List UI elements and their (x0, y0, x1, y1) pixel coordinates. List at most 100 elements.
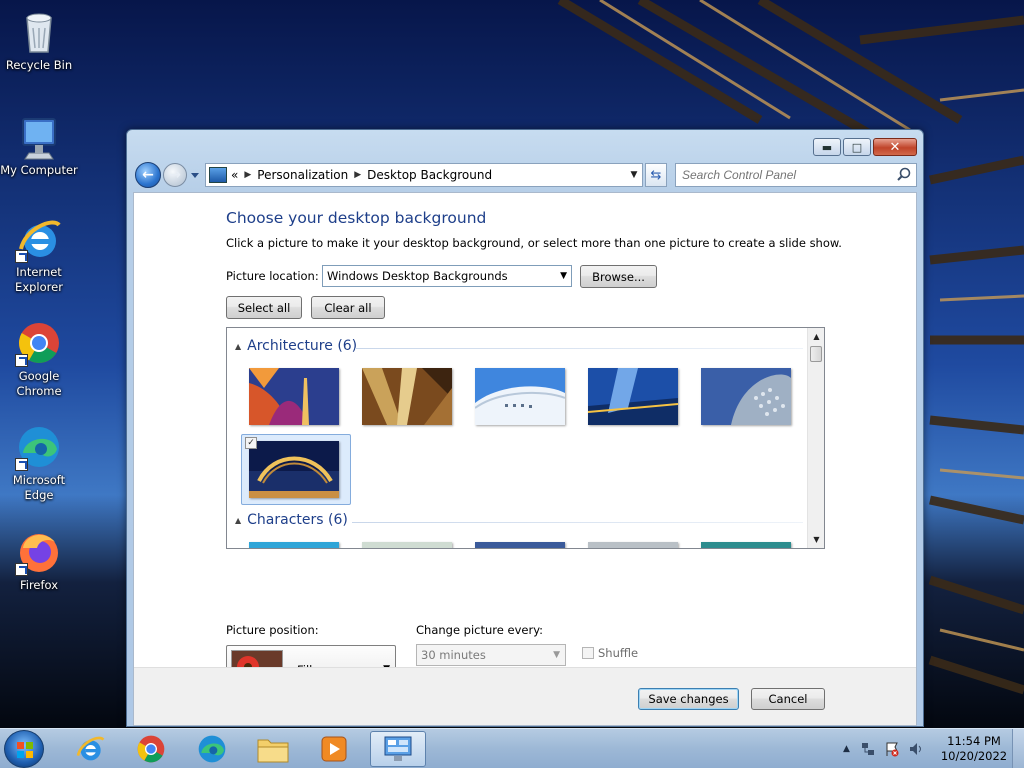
page-description: Click a picture to make it your desktop … (226, 236, 842, 250)
desktop-icon-google-chrome[interactable]: Google Chrome (0, 319, 78, 399)
breadcrumb-separator-icon[interactable]: ▶ (244, 170, 251, 180)
internet-explorer-icon (76, 736, 105, 761)
change-picture-label: Change picture every: (416, 623, 544, 637)
shuffle-label: Shuffle (598, 646, 639, 660)
scroll-up-icon[interactable]: ▲ (808, 328, 824, 345)
collapse-triangle-icon[interactable]: ▲ (235, 342, 241, 351)
breadcrumb-personalization[interactable]: Personalization (257, 168, 348, 182)
close-button[interactable]: ✕ (873, 138, 917, 156)
action-center-flag-icon[interactable] (884, 741, 900, 757)
navigation-bar: ← → « ▶ Personalization ▶ Desktop Backgr… (135, 162, 917, 188)
dialog-footer: Save changes Cancel (134, 667, 916, 725)
taskbar-file-explorer[interactable] (245, 731, 301, 767)
desktop-icon-label: My Computer (0, 163, 78, 177)
wallpaper-thumbnail[interactable] (475, 542, 565, 548)
cancel-button[interactable]: Cancel (751, 688, 825, 710)
desktop-icon-internet-explorer[interactable]: Internet Explorer (0, 215, 78, 295)
search-input[interactable] (682, 165, 895, 185)
maximize-button[interactable]: □ (843, 138, 871, 156)
back-button[interactable]: ← (135, 162, 161, 188)
group-divider (352, 522, 803, 523)
minimize-icon: ▬ (821, 140, 833, 154)
taskbar-microsoft-edge[interactable] (184, 731, 240, 767)
content-pane: Choose your desktop background Click a p… (133, 192, 917, 726)
wallpaper-thumbnail[interactable] (701, 368, 791, 425)
desktop-icon-firefox[interactable]: Firefox (0, 528, 78, 593)
show-hidden-icons-icon[interactable]: ▲ (843, 744, 850, 754)
thumbnail-checkbox[interactable]: ✓ (245, 437, 257, 449)
group-name: Architecture (6) (247, 338, 358, 354)
shortcut-arrow-icon (15, 250, 28, 263)
close-icon: ✕ (889, 139, 901, 155)
picture-location-select[interactable]: Windows Desktop Backgrounds ▼ (322, 265, 572, 287)
wallpaper-thumbnail[interactable] (249, 368, 339, 425)
address-dropdown-icon[interactable]: ▼ (626, 164, 642, 186)
scroll-down-icon[interactable]: ▼ (808, 531, 824, 548)
forward-button[interactable]: → (163, 163, 187, 187)
browse-button[interactable]: Browse... (580, 265, 657, 288)
show-desktop-button[interactable] (1012, 729, 1024, 768)
page-title: Choose your desktop background (226, 209, 487, 227)
desktop-icon-label: Explorer (15, 280, 63, 294)
select-all-button[interactable]: Select all (226, 296, 302, 319)
desktop-background-window: ▬ □ ✕ ← → « ▶ Personalization ▶ Desktop … (126, 129, 924, 727)
refresh-button[interactable]: ⇆ (645, 163, 667, 187)
shuffle-checkbox: Shuffle (582, 646, 638, 660)
group-header-characters[interactable]: ▲ Characters (6) (235, 512, 348, 528)
desktop-icon-label: Google (18, 369, 60, 383)
gallery-scrollbar[interactable]: ▲ ▼ (807, 328, 824, 548)
clear-all-button[interactable]: Clear all (311, 296, 385, 319)
wallpaper-thumbnail[interactable] (475, 368, 565, 425)
media-player-icon (321, 736, 347, 762)
system-clock[interactable]: 11:54 PM 10/20/2022 (938, 734, 1010, 764)
desktop-icon-label: Edge (24, 488, 54, 502)
shortcut-arrow-icon (15, 354, 28, 367)
collapse-triangle-icon[interactable]: ▲ (235, 516, 241, 525)
shortcut-arrow-icon (15, 563, 28, 576)
desktop-icon-label: Internet (16, 265, 62, 279)
scrollbar-thumb[interactable] (810, 346, 822, 362)
taskbar: ▲ 11:54 PM 10/20/2022 (0, 728, 1024, 768)
forward-arrow-icon: → (169, 167, 181, 183)
desktop-icon-microsoft-edge[interactable]: Microsoft Edge (0, 423, 78, 503)
address-bar[interactable]: « ▶ Personalization ▶ Desktop Background… (205, 163, 643, 187)
wallpaper-thumbnail-selected[interactable] (249, 441, 339, 498)
chrome-icon (137, 735, 165, 763)
breadcrumb-separator-icon[interactable]: ▶ (354, 170, 361, 180)
taskbar-google-chrome[interactable] (123, 731, 179, 767)
minimize-button[interactable]: ▬ (813, 138, 841, 156)
taskbar-control-panel-active[interactable] (370, 731, 426, 767)
wallpaper-thumbnail[interactable] (701, 542, 791, 548)
search-icon[interactable] (895, 166, 913, 184)
save-changes-button[interactable]: Save changes (638, 688, 739, 710)
wallpaper-thumbnail[interactable] (588, 368, 678, 425)
search-box[interactable] (675, 163, 917, 187)
wallpaper-thumbnail[interactable] (588, 542, 678, 548)
volume-icon[interactable] (908, 741, 924, 757)
desktop-icon-recycle-bin[interactable]: Recycle Bin (0, 8, 78, 73)
address-overflow[interactable]: « (231, 168, 238, 182)
taskbar-internet-explorer[interactable] (62, 731, 118, 767)
desktop-icon-my-computer[interactable]: My Computer (0, 113, 78, 178)
wallpaper-thumbnail[interactable] (362, 368, 452, 425)
start-button[interactable] (4, 730, 44, 768)
wallpaper-thumbnail[interactable] (362, 542, 452, 548)
change-picture-value: 30 minutes (421, 648, 486, 662)
taskbar-media-player[interactable] (306, 731, 362, 767)
shuffle-checkbox-box (582, 647, 594, 659)
maximize-icon: □ (851, 140, 863, 154)
group-header-architecture[interactable]: ▲ Architecture (6) (235, 338, 357, 354)
desktop-icon-label: Chrome (16, 384, 62, 398)
recent-pages-dropdown[interactable] (190, 170, 200, 180)
desktop-icon-label: Recycle Bin (5, 58, 73, 72)
chevron-down-icon: ▼ (553, 650, 560, 660)
picture-location-value: Windows Desktop Backgrounds (327, 269, 508, 283)
wallpaper-thumbnail[interactable] (249, 542, 339, 548)
clock-date: 10/20/2022 (940, 749, 1008, 763)
breadcrumb-desktop-background[interactable]: Desktop Background (367, 168, 492, 182)
network-icon[interactable] (860, 741, 876, 757)
folder-icon (257, 739, 289, 763)
clock-time: 11:54 PM (947, 734, 1001, 748)
notification-area: ▲ (843, 729, 924, 768)
group-divider (355, 348, 803, 349)
